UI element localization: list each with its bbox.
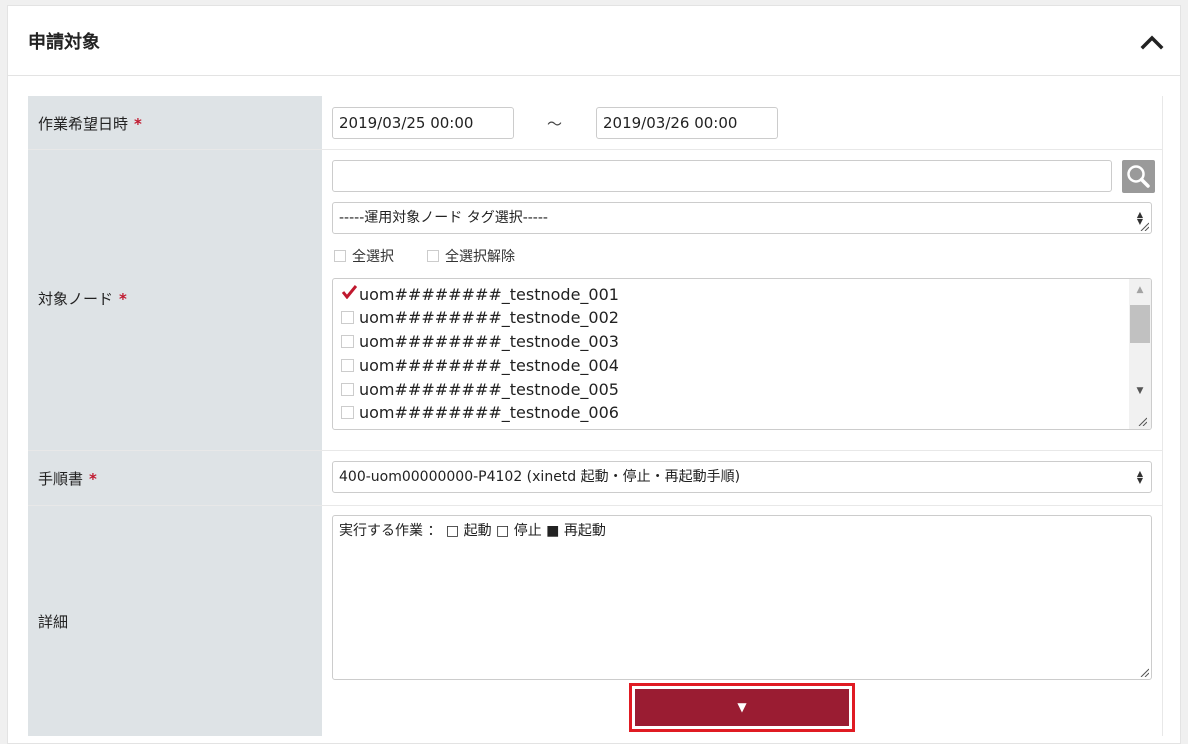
row-work-datetime: 作業希望日時 * 2019/03/25 00:00 ～ 2019/03/26 00… bbox=[28, 96, 1163, 150]
details-text: 実行する作業 ： □ 起動 □ 停止 ■ 再起動 bbox=[339, 523, 606, 539]
select-all-label: 全選択 bbox=[352, 249, 394, 265]
node-name: uom########_testnode_005 bbox=[359, 379, 619, 399]
row-details: 詳細 実行する作業 ： □ 起動 □ 停止 ■ 再起動 ▼ bbox=[28, 506, 1163, 736]
expand-button-highlight: ▼ bbox=[629, 683, 855, 732]
target-nodes-label-cell: 対象ノード * bbox=[28, 150, 322, 450]
deselect-all-checkbox[interactable]: 全選択解除 bbox=[427, 246, 515, 266]
node-checkbox[interactable] bbox=[341, 358, 354, 372]
procedure-label: 手順書 bbox=[38, 470, 84, 488]
select-arrows-icon: ▲ ▼ bbox=[1136, 469, 1143, 485]
node-checkbox[interactable] bbox=[341, 310, 354, 324]
required-mark: * bbox=[89, 470, 97, 488]
chevron-down-icon: ▼ bbox=[737, 700, 747, 714]
procedure-select-value: 400-uom00000000-P4102 (xinetd 起動・停止・再起動手… bbox=[339, 469, 741, 485]
select-all-box[interactable] bbox=[334, 250, 346, 262]
details-label: 詳細 bbox=[38, 613, 69, 631]
resize-grip-icon[interactable] bbox=[1139, 667, 1149, 677]
procedure-label-cell: 手順書 * bbox=[28, 451, 322, 505]
list-item[interactable]: uom########_testnode_006 bbox=[341, 401, 619, 423]
required-mark: * bbox=[134, 115, 142, 133]
node-name: uom########_testnode_002 bbox=[359, 307, 619, 327]
node-name: uom########_testnode_006 bbox=[359, 402, 619, 422]
list-item[interactable]: uom########_testnode_002 bbox=[341, 306, 619, 328]
search-icon bbox=[1127, 165, 1150, 188]
end-datetime-input[interactable]: 2019/03/26 00:00 bbox=[596, 107, 778, 139]
resize-grip-icon[interactable] bbox=[1139, 221, 1149, 231]
required-mark: * bbox=[119, 290, 127, 308]
details-label-cell: 詳細 bbox=[28, 506, 322, 736]
node-search-input[interactable] bbox=[332, 160, 1112, 192]
target-form: 作業希望日時 * 2019/03/25 00:00 ～ 2019/03/26 00… bbox=[28, 96, 1163, 736]
node-name: uom########_testnode_003 bbox=[359, 331, 619, 351]
work-datetime-label-cell: 作業希望日時 * bbox=[28, 96, 322, 149]
scroll-thumb[interactable] bbox=[1130, 305, 1150, 343]
list-item[interactable]: uom########_testnode_001 bbox=[341, 283, 619, 305]
listbox-scrollbar[interactable]: ▲ ▼ bbox=[1129, 279, 1151, 429]
target-nodes-value-cell: -----運用対象ノード タグ選択----- ▲ ▼ 全選択 全選択解除 uom… bbox=[322, 150, 1163, 450]
node-tag-select-value: -----運用対象ノード タグ選択----- bbox=[339, 210, 548, 226]
node-checkbox[interactable] bbox=[341, 334, 354, 348]
target-nodes-label: 対象ノード bbox=[38, 290, 114, 308]
checkmark-icon[interactable] bbox=[341, 284, 357, 301]
start-datetime-input[interactable]: 2019/03/25 00:00 bbox=[332, 107, 514, 139]
node-name: uom########_testnode_001 bbox=[359, 284, 619, 304]
procedure-select[interactable]: 400-uom00000000-P4102 (xinetd 起動・停止・再起動手… bbox=[332, 461, 1152, 493]
node-checkbox[interactable] bbox=[341, 405, 354, 419]
search-button[interactable] bbox=[1122, 160, 1155, 193]
panel-title: 申請対象 bbox=[28, 32, 100, 53]
work-datetime-label: 作業希望日時 bbox=[38, 115, 129, 133]
resize-grip-icon[interactable] bbox=[1137, 416, 1147, 426]
application-target-panel: 申請対象 作業希望日時 * 2019/03/25 00:00 ～ 2019/03/… bbox=[7, 5, 1181, 744]
details-value-cell: 実行する作業 ： □ 起動 □ 停止 ■ 再起動 ▼ bbox=[322, 506, 1163, 736]
node-listbox[interactable]: uom########_testnode_001 uom########_tes… bbox=[332, 278, 1152, 430]
procedure-value-cell: 400-uom00000000-P4102 (xinetd 起動・停止・再起動手… bbox=[322, 451, 1163, 505]
scroll-down-arrow-icon[interactable]: ▼ bbox=[1129, 382, 1151, 400]
list-item[interactable]: uom########_testnode_004 bbox=[341, 354, 619, 376]
deselect-all-label: 全選択解除 bbox=[445, 249, 515, 265]
node-tag-select[interactable]: -----運用対象ノード タグ選択----- ▲ ▼ bbox=[332, 202, 1152, 234]
deselect-all-box[interactable] bbox=[427, 250, 439, 262]
row-procedure: 手順書 * 400-uom00000000-P4102 (xinetd 起動・停止… bbox=[28, 451, 1163, 506]
select-all-checkbox[interactable]: 全選択 bbox=[334, 246, 394, 266]
datetime-separator: ～ bbox=[547, 115, 563, 133]
collapse-chevron-up-icon[interactable] bbox=[1140, 32, 1164, 52]
list-item[interactable]: uom########_testnode_003 bbox=[341, 330, 619, 352]
panel-header: 申請対象 bbox=[8, 6, 1180, 76]
work-datetime-value-cell: 2019/03/25 00:00 ～ 2019/03/26 00:00 bbox=[322, 96, 1163, 149]
node-checkbox[interactable] bbox=[341, 382, 354, 396]
scroll-up-arrow-icon[interactable]: ▲ bbox=[1129, 281, 1151, 299]
expand-down-button[interactable]: ▼ bbox=[635, 689, 849, 726]
details-textarea[interactable]: 実行する作業 ： □ 起動 □ 停止 ■ 再起動 bbox=[332, 515, 1152, 680]
node-name: uom########_testnode_004 bbox=[359, 355, 619, 375]
list-item[interactable]: uom########_testnode_005 bbox=[341, 378, 619, 400]
row-target-nodes: 対象ノード * -----運用対象ノード タグ選択----- ▲ ▼ 全選択 全… bbox=[28, 150, 1163, 451]
